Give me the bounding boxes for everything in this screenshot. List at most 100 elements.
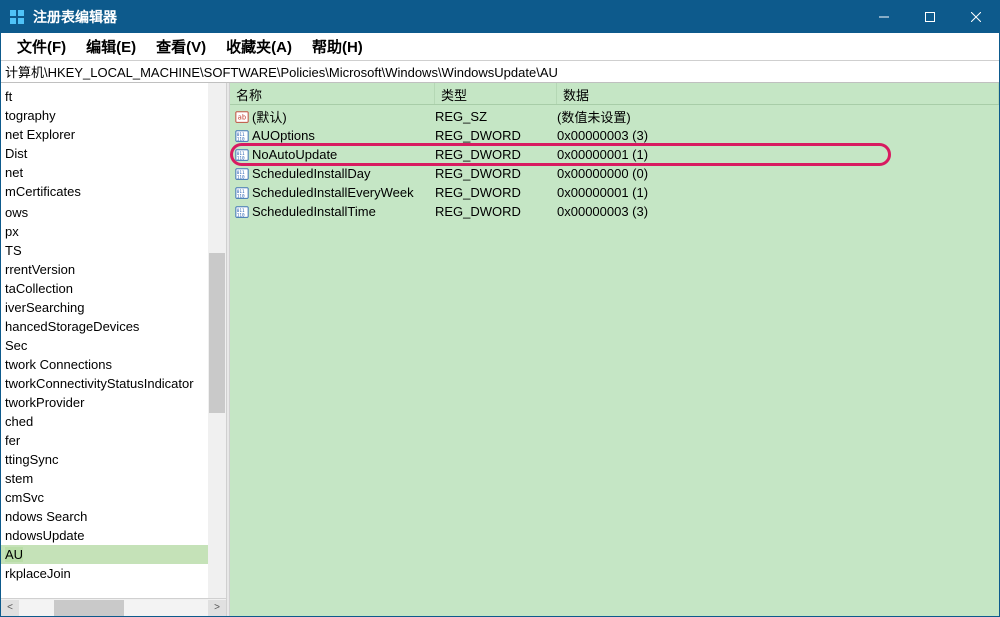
reg-sz-icon: [230, 110, 250, 124]
tree-item-label: mCertificates: [5, 184, 81, 199]
value-type: REG_DWORD: [435, 204, 557, 219]
tree-item[interactable]: rkplaceJoin: [1, 564, 226, 583]
tree-item[interactable]: cmSvc: [1, 488, 226, 507]
reg-dword-icon: [230, 186, 250, 200]
tree-list[interactable]: ft tography net Explorer Dist net mCertificat…: [1, 83, 226, 598]
tree-item[interactable]: ttingSync: [1, 450, 226, 469]
tree-item-label: fer: [5, 433, 20, 448]
tree-item-label: TS: [5, 243, 22, 258]
menu-edit[interactable]: 编辑(E): [76, 34, 146, 59]
tree-item[interactable]: tography: [1, 106, 226, 125]
tree-item[interactable]: AU: [1, 545, 226, 564]
tree-item-label: rrentVersion: [5, 262, 75, 277]
tree-panel: ft tography net Explorer Dist net mCertificat…: [1, 83, 226, 616]
value-row[interactable]: NoAutoUpdateREG_DWORD0x00000001 (1): [230, 145, 999, 164]
tree-item-label: cmSvc: [5, 490, 44, 505]
scroll-right-arrow[interactable]: >: [208, 600, 226, 616]
main-split: ft tography net Explorer Dist net mCertificat…: [1, 83, 999, 616]
tree-item-label: taCollection: [5, 281, 73, 296]
tree-item-label: Sec: [5, 338, 27, 353]
tree-item[interactable]: tworkProvider: [1, 393, 226, 412]
tree-item-label: net Explorer: [5, 127, 75, 142]
tree-item[interactable]: twork Connections: [1, 355, 226, 374]
value-row[interactable]: ScheduledInstallDayREG_DWORD0x00000000 (…: [230, 164, 999, 183]
tree-item-label: iverSearching: [5, 300, 85, 315]
menu-view[interactable]: 查看(V): [146, 34, 216, 59]
tree-item-label: net: [5, 165, 23, 180]
registry-editor-window: 注册表编辑器 文件(F) 编辑(E) 查看(V) 收藏夹(A) 帮助(H) 计算…: [0, 0, 1000, 617]
tree-item[interactable]: ndows Search: [1, 507, 226, 526]
minimize-button[interactable]: [861, 1, 907, 33]
column-header-type[interactable]: 类型: [435, 83, 557, 104]
tree-item-label: hancedStorageDevices: [5, 319, 139, 334]
tree-item-label: rkplaceJoin: [5, 566, 71, 581]
value-data: 0x00000000 (0): [557, 166, 999, 181]
value-type: REG_SZ: [435, 109, 557, 124]
tree-item[interactable]: rrentVersion: [1, 260, 226, 279]
values-panel: 名称 类型 数据 (默认)REG_SZ(数值未设置)AUOptionsREG_D…: [230, 83, 999, 616]
titlebar: 注册表编辑器: [1, 1, 999, 33]
value-name: AUOptions: [250, 128, 435, 143]
tree-item-label: tography: [5, 108, 56, 123]
menubar: 文件(F) 编辑(E) 查看(V) 收藏夹(A) 帮助(H): [1, 33, 999, 61]
tree-item[interactable]: Sec: [1, 336, 226, 355]
tree-item[interactable]: taCollection: [1, 279, 226, 298]
column-header-name[interactable]: 名称: [230, 83, 435, 104]
scrollbar-thumb[interactable]: [54, 600, 124, 616]
menu-favorites[interactable]: 收藏夹(A): [216, 34, 302, 59]
tree-item-label: ttingSync: [5, 452, 58, 467]
value-data: 0x00000001 (1): [557, 147, 999, 162]
tree-item[interactable]: ched: [1, 412, 226, 431]
value-row[interactable]: AUOptionsREG_DWORD0x00000003 (3): [230, 126, 999, 145]
tree-item[interactable]: stem: [1, 469, 226, 488]
tree-item-label: tworkProvider: [5, 395, 84, 410]
address-path: 计算机\HKEY_LOCAL_MACHINE\SOFTWARE\Policies…: [5, 62, 558, 81]
reg-dword-icon: [230, 148, 250, 162]
tree-item[interactable]: TS: [1, 241, 226, 260]
value-row[interactable]: ScheduledInstallEveryWeekREG_DWORD0x0000…: [230, 183, 999, 202]
tree-item-label: stem: [5, 471, 33, 486]
close-button[interactable]: [953, 1, 999, 33]
tree-horizontal-scrollbar[interactable]: < >: [1, 598, 226, 616]
tree-item-label: AU: [5, 547, 23, 562]
tree-item[interactable]: iverSearching: [1, 298, 226, 317]
column-header-data[interactable]: 数据: [557, 83, 999, 104]
tree-item-label: ows: [5, 205, 28, 220]
tree-item[interactable]: hancedStorageDevices: [1, 317, 226, 336]
reg-dword-icon: [230, 167, 250, 181]
tree-item[interactable]: net: [1, 163, 226, 182]
value-row[interactable]: ScheduledInstallTimeREG_DWORD0x00000003 …: [230, 202, 999, 221]
window-controls: [861, 1, 999, 33]
reg-dword-icon: [230, 205, 250, 219]
tree-item-label: Dist: [5, 146, 27, 161]
value-name: ScheduledInstallEveryWeek: [250, 185, 435, 200]
value-name: ScheduledInstallTime: [250, 204, 435, 219]
value-name: ScheduledInstallDay: [250, 166, 435, 181]
tree-item[interactable]: fer: [1, 431, 226, 450]
tree-item-label: ndowsUpdate: [5, 528, 85, 543]
tree-vertical-scrollbar[interactable]: [208, 83, 226, 598]
tree-item-label: ft: [5, 89, 12, 104]
tree-item[interactable]: mCertificates: [1, 182, 226, 201]
values-list[interactable]: (默认)REG_SZ(数值未设置)AUOptionsREG_DWORD0x000…: [230, 105, 999, 616]
app-icon: [9, 9, 25, 25]
maximize-button[interactable]: [907, 1, 953, 33]
tree-item[interactable]: Dist: [1, 144, 226, 163]
tree-item[interactable]: tworkConnectivityStatusIndicator: [1, 374, 226, 393]
tree-item[interactable]: ows: [1, 203, 226, 222]
tree-item[interactable]: net Explorer: [1, 125, 226, 144]
value-row[interactable]: (默认)REG_SZ(数值未设置): [230, 107, 999, 126]
scrollbar-thumb[interactable]: [209, 253, 225, 413]
menu-file[interactable]: 文件(F): [7, 34, 76, 59]
tree-item-label: px: [5, 224, 19, 239]
tree-item[interactable]: px: [1, 222, 226, 241]
tree-item[interactable]: ft: [1, 87, 226, 106]
scroll-left-arrow[interactable]: <: [1, 600, 19, 616]
address-bar[interactable]: 计算机\HKEY_LOCAL_MACHINE\SOFTWARE\Policies…: [1, 61, 999, 83]
tree-item[interactable]: ndowsUpdate: [1, 526, 226, 545]
tree-item-label: ched: [5, 414, 33, 429]
value-type: REG_DWORD: [435, 147, 557, 162]
tree-item-label: twork Connections: [5, 357, 112, 372]
menu-help[interactable]: 帮助(H): [302, 34, 373, 59]
value-data: 0x00000003 (3): [557, 204, 999, 219]
